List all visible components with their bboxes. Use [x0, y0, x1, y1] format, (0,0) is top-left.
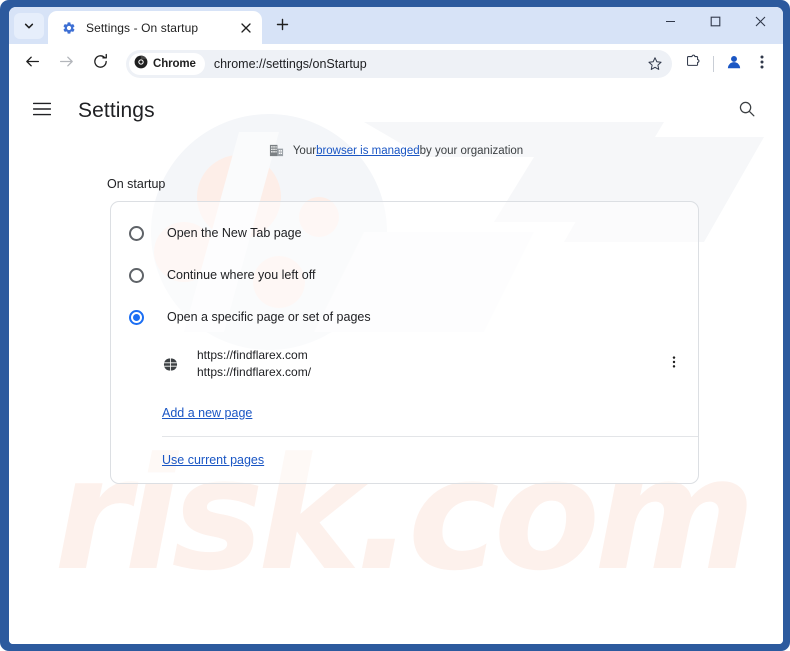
three-dot-menu-icon	[754, 54, 770, 75]
address-bar-url[interactable]: chrome://settings/onStartup	[214, 57, 642, 71]
close-window-button[interactable]	[738, 7, 783, 39]
add-new-page-link[interactable]: Add a new page	[162, 406, 252, 420]
plus-icon	[276, 18, 289, 36]
maximize-icon	[710, 14, 721, 32]
tab-strip: Settings - On startup	[9, 7, 783, 44]
profile-avatar-icon	[725, 53, 743, 76]
startup-page-row: https://findflarex.com https://findflare…	[111, 338, 698, 390]
chrome-origin-chip: Chrome	[129, 53, 205, 75]
browser-tab[interactable]: Settings - On startup	[48, 11, 262, 44]
close-icon	[755, 14, 766, 32]
tab-search-button[interactable]	[14, 13, 44, 39]
extensions-button[interactable]	[679, 50, 707, 78]
section-title: On startup	[107, 177, 166, 191]
settings-page: risk.com Settings Your browser is manage…	[9, 84, 783, 644]
globe-icon	[162, 356, 178, 372]
window-controls	[648, 7, 783, 44]
tab-title: Settings - On startup	[86, 20, 199, 35]
new-tab-button[interactable]	[268, 13, 296, 41]
forward-button[interactable]	[51, 49, 81, 79]
managed-banner-prefix: Your	[292, 144, 317, 157]
chrome-logo-icon	[134, 55, 148, 74]
browser-toolbar: Chrome chrome://settings/onStartup	[9, 44, 783, 84]
minimize-button[interactable]	[648, 7, 693, 39]
arrow-forward-icon	[58, 53, 75, 75]
browser-window-frame: Settings - On startup Chrome chrome://se…	[0, 0, 790, 651]
startup-option-label: Continue where you left off	[167, 268, 316, 282]
enterprise-building-icon	[269, 143, 284, 158]
use-current-pages-link[interactable]: Use current pages	[162, 453, 264, 467]
arrow-back-icon	[24, 53, 41, 75]
hamburger-menu-icon	[32, 102, 52, 121]
settings-header: Settings	[9, 84, 783, 138]
startup-page-url: https://findflarex.com/	[197, 365, 312, 379]
profile-button[interactable]	[720, 50, 748, 78]
bookmark-star-icon[interactable]	[642, 51, 668, 77]
startup-page-name: https://findflarex.com	[197, 348, 308, 362]
startup-option-label: Open a specific page or set of pages	[167, 310, 371, 324]
address-bar[interactable]: Chrome chrome://settings/onStartup	[126, 50, 672, 78]
startup-option-specific-pages[interactable]: Open a specific page or set of pages	[111, 296, 698, 338]
chrome-chip-label: Chrome	[153, 58, 196, 70]
three-dot-menu-icon	[667, 355, 681, 374]
browser-window: Settings - On startup Chrome chrome://se…	[9, 7, 783, 644]
settings-gear-icon	[61, 20, 77, 36]
use-current-pages-row: Use current pages	[111, 437, 698, 483]
extensions-puzzle-icon	[685, 53, 702, 75]
startup-option-label: Open the New Tab page	[167, 226, 302, 240]
radio-button-selected[interactable]	[129, 309, 144, 325]
maximize-button[interactable]	[693, 7, 738, 39]
reload-button[interactable]	[85, 49, 115, 79]
toolbar-divider	[713, 56, 714, 72]
radio-button[interactable]	[129, 267, 144, 283]
add-new-page-row: Add a new page	[111, 390, 698, 436]
page-title: Settings	[78, 99, 155, 122]
startup-page-more-button[interactable]	[662, 352, 686, 376]
managed-browser-banner: Your browser is managed by your organiza…	[9, 143, 783, 158]
search-icon	[738, 100, 756, 123]
tab-close-button[interactable]	[236, 18, 256, 38]
startup-page-text: https://findflarex.com https://findflare…	[197, 347, 662, 381]
hamburger-menu-button[interactable]	[30, 99, 54, 123]
settings-search-button[interactable]	[735, 99, 759, 123]
startup-option-continue[interactable]: Continue where you left off	[111, 254, 698, 296]
minimize-icon	[665, 14, 676, 32]
browser-menu-button[interactable]	[748, 50, 776, 78]
startup-option-new-tab[interactable]: Open the New Tab page	[111, 212, 698, 254]
managed-banner-suffix: by your organization	[419, 144, 524, 157]
reload-icon	[92, 53, 109, 75]
radio-button[interactable]	[129, 225, 144, 241]
chevron-down-icon	[23, 20, 35, 32]
back-button[interactable]	[17, 49, 47, 79]
managed-browser-link[interactable]: browser is managed	[316, 145, 420, 157]
on-startup-card: Open the New Tab page Continue where you…	[110, 201, 699, 484]
